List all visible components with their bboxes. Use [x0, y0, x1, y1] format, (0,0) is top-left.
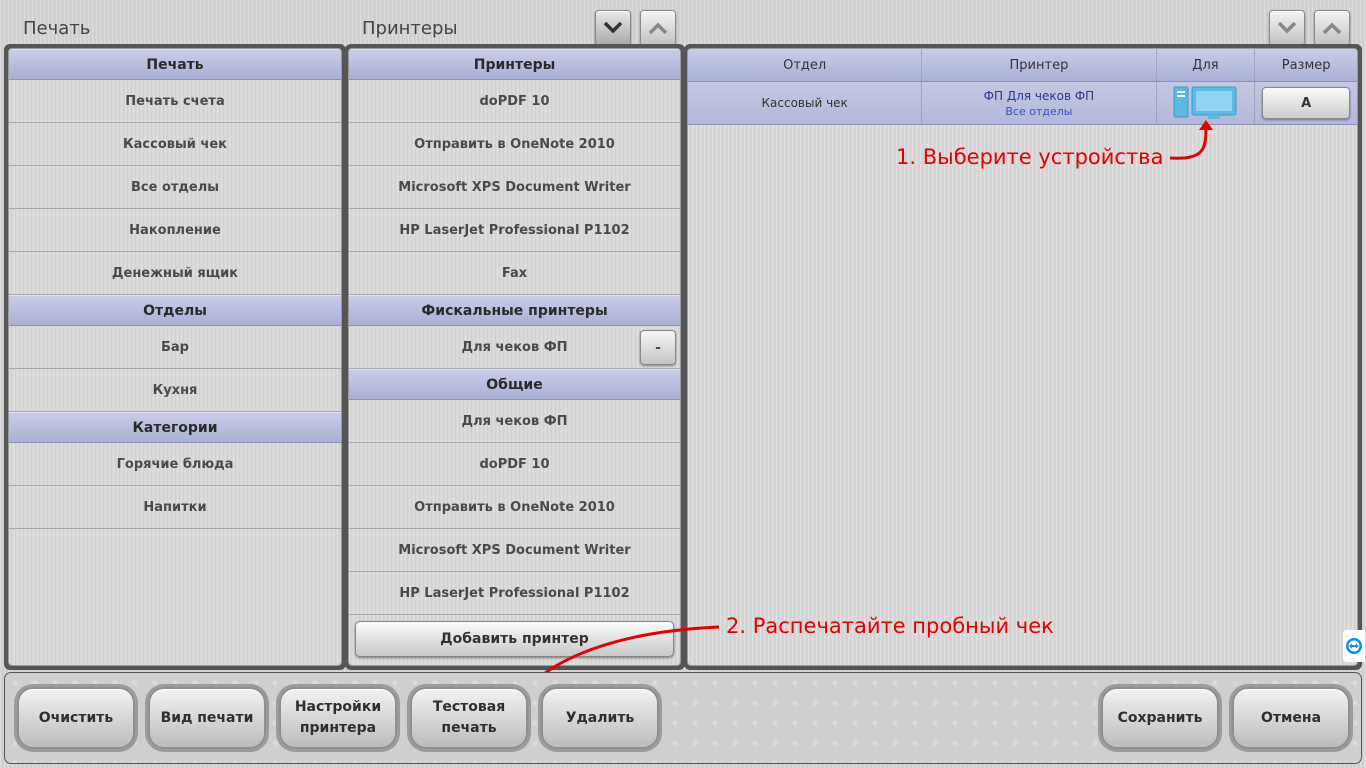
delete-button[interactable]: Удалить — [541, 687, 659, 749]
printer-item[interactable]: HP LaserJet Professional P1102 — [349, 209, 680, 252]
column-size: Размер — [1255, 49, 1357, 81]
column-for: Для — [1156, 49, 1256, 81]
page-title: Печать — [23, 18, 91, 39]
list-item[interactable]: Кассовый чек — [9, 123, 341, 166]
column-printer: Принтер — [922, 49, 1157, 81]
cell-size: A — [1255, 82, 1357, 124]
test-print-button[interactable]: Тестовая печать — [410, 687, 528, 749]
list-item[interactable]: Бар — [9, 326, 341, 369]
annotation-arrow-1 — [1169, 120, 1213, 160]
common-printer-item[interactable]: HP LaserJet Professional P1102 — [349, 572, 680, 615]
printer-settings-button[interactable]: Настройки принтера — [279, 687, 397, 749]
assignments-panel: Отдел Принтер Для Размер Кассовый чек ФП… — [687, 48, 1358, 666]
table-scroll-down-button[interactable] — [1269, 10, 1305, 46]
scroll-up-button[interactable] — [640, 10, 676, 46]
section-header-departments: Отделы — [9, 295, 341, 326]
common-printer-item[interactable]: doPDF 10 — [349, 443, 680, 486]
annotation-step1: 1. Выберите устройства — [896, 145, 1164, 169]
list-item[interactable]: Напитки — [9, 486, 341, 529]
section-header-common: Общие — [349, 369, 680, 400]
table-header: Отдел Принтер Для Размер — [688, 49, 1357, 82]
common-printer-item[interactable]: Отправить в OneNote 2010 — [349, 486, 680, 529]
bottom-toolbar: Очистить Вид печати Настройки принтера Т… — [4, 672, 1362, 764]
cancel-button[interactable]: Отмена — [1232, 687, 1350, 749]
table-scroll-up-button[interactable] — [1314, 10, 1350, 46]
fiscal-printer-label: Для чеков ФП — [461, 339, 568, 355]
fiscal-printer-item[interactable]: Для чеков ФП - — [349, 326, 680, 369]
table-row[interactable]: Кассовый чек ФП Для чеков ФП Все отделы … — [688, 82, 1357, 125]
printer-sub-value: Все отделы — [1005, 104, 1073, 118]
cell-printer[interactable]: ФП Для чеков ФП Все отделы — [922, 82, 1157, 124]
chevron-up-icon — [1322, 22, 1342, 35]
teamviewer-icon[interactable] — [1343, 630, 1365, 662]
section-header-categories: Категории — [9, 412, 341, 443]
print-categories-panel: Печать Печать счета Кассовый чек Все отд… — [8, 48, 342, 666]
printer-settings-line1: Настройки — [294, 699, 382, 715]
cell-department: Кассовый чек — [688, 82, 923, 124]
test-print-line1: Тестовая — [432, 699, 506, 715]
scroll-down-button[interactable] — [595, 10, 631, 46]
test-print-line2: печать — [441, 720, 497, 736]
section-header-printers: Принтеры — [349, 49, 680, 80]
printers-panel: Принтеры doPDF 10 Отправить в OneNote 20… — [348, 48, 681, 666]
size-button[interactable]: A — [1262, 87, 1351, 119]
common-printer-item[interactable]: Для чеков ФП — [349, 400, 680, 443]
list-item[interactable]: Накопление — [9, 209, 341, 252]
printer-item[interactable]: Fax — [349, 252, 680, 295]
printer-value: ФП Для чеков ФП — [983, 88, 1095, 103]
clear-button[interactable]: Очистить — [17, 687, 135, 749]
printers-title: Принтеры — [362, 18, 458, 39]
department-value: Кассовый чек — [761, 96, 848, 110]
common-printer-item[interactable]: Microsoft XPS Document Writer — [349, 529, 680, 572]
monitor-computer-icon[interactable] — [1172, 83, 1238, 123]
list-item[interactable]: Денежный ящик — [9, 252, 341, 295]
list-item[interactable]: Печать счета — [9, 80, 341, 123]
section-header-print: Печать — [9, 49, 341, 80]
save-button[interactable]: Сохранить — [1101, 687, 1219, 749]
chevron-up-icon — [648, 22, 668, 35]
printer-item[interactable]: Microsoft XPS Document Writer — [349, 166, 680, 209]
section-header-fiscal: Фискальные принтеры — [349, 295, 680, 326]
list-item[interactable]: Горячие блюда — [9, 443, 341, 486]
chevron-down-icon — [1277, 21, 1297, 34]
list-item[interactable]: Все отделы — [9, 166, 341, 209]
list-item[interactable]: Кухня — [9, 369, 341, 412]
chevron-down-icon — [603, 21, 623, 34]
column-department: Отдел — [688, 49, 923, 81]
printer-item[interactable]: Отправить в OneNote 2010 — [349, 123, 680, 166]
annotation-step2: 2. Распечатайте пробный чек — [726, 614, 1054, 638]
remove-fiscal-printer-button[interactable]: - — [640, 330, 676, 365]
print-view-button[interactable]: Вид печати — [148, 687, 266, 749]
printer-settings-line2: принтера — [299, 720, 377, 736]
printer-item[interactable]: doPDF 10 — [349, 80, 680, 123]
